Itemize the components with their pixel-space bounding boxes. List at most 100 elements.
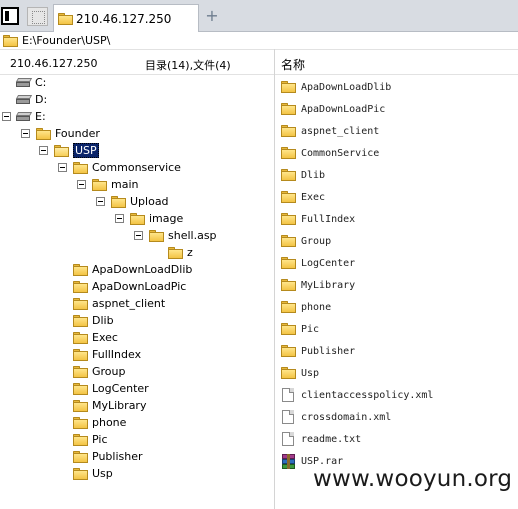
tree-item-image[interactable]: image bbox=[130, 210, 183, 227]
watermark: www.wooyun.org bbox=[313, 466, 513, 492]
tree-item-drive-c[interactable]: C: bbox=[15, 74, 47, 91]
folder-icon bbox=[73, 314, 88, 327]
drive-icon bbox=[15, 95, 33, 104]
list-item-file[interactable]: readme.txt bbox=[281, 428, 361, 450]
tree-item-commonservice[interactable]: Commonservice bbox=[73, 159, 181, 176]
list-item-folder[interactable]: Usp bbox=[281, 362, 319, 384]
folder-icon bbox=[149, 229, 164, 242]
pane-divider[interactable] bbox=[274, 49, 275, 509]
tree-item-usp[interactable]: USP bbox=[54, 142, 99, 159]
tree-item-z[interactable]: z bbox=[168, 244, 193, 261]
tree-item-label: Publisher bbox=[92, 450, 143, 463]
tree-item-label: FullIndex bbox=[92, 348, 142, 361]
tree-item-label: image bbox=[149, 212, 184, 225]
new-tab-button[interactable]: + bbox=[205, 7, 219, 25]
collapse-toggle[interactable] bbox=[2, 112, 11, 121]
tree-item-label: E: bbox=[35, 110, 46, 123]
list-item-folder[interactable]: CommonService bbox=[281, 142, 379, 164]
file-name: USP.rar bbox=[301, 455, 344, 467]
tab-bar: 210.46.127.250 + bbox=[0, 0, 518, 32]
folder-icon bbox=[73, 331, 88, 344]
tree-item[interactable]: Dlib bbox=[73, 312, 114, 329]
tree-item-upload[interactable]: Upload bbox=[111, 193, 169, 210]
tree-item[interactable]: LogCenter bbox=[73, 380, 149, 397]
tree-item[interactable]: Pic bbox=[73, 431, 108, 448]
list-item-folder[interactable]: Dlib bbox=[281, 164, 325, 186]
tab-active[interactable]: 210.46.127.250 bbox=[53, 4, 199, 32]
file-name: Publisher bbox=[301, 345, 356, 357]
tree-item-drive-d[interactable]: D: bbox=[15, 91, 47, 108]
address-bar[interactable]: E:\Founder\USP\ bbox=[0, 32, 518, 49]
folder-icon bbox=[73, 280, 88, 293]
item-count: 目录(14),文件(4) bbox=[145, 59, 231, 72]
tree-item-label: z bbox=[187, 246, 193, 259]
folder-icon bbox=[73, 382, 88, 395]
file-name: Pic bbox=[301, 323, 320, 335]
host-label: 210.46.127.250 bbox=[10, 57, 98, 70]
collapse-toggle[interactable] bbox=[134, 231, 143, 240]
tree-item-shell-asp[interactable]: shell.asp bbox=[149, 227, 217, 244]
file-name: FullIndex bbox=[301, 213, 356, 225]
tree-item-label: shell.asp bbox=[168, 229, 217, 242]
tree-item-main[interactable]: main bbox=[92, 176, 138, 193]
column-header: 210.46.127.250 目录(14),文件(4) 名称 bbox=[0, 49, 518, 75]
name-column-header[interactable]: 名称 bbox=[281, 56, 305, 73]
tree-item[interactable]: ApaDownLoadPic bbox=[73, 278, 186, 295]
folder-icon bbox=[281, 147, 296, 159]
folder-open-icon bbox=[54, 144, 69, 157]
tree-item[interactable]: Group bbox=[73, 363, 126, 380]
folder-icon bbox=[281, 213, 296, 225]
folder-icon bbox=[281, 367, 296, 379]
folder-icon bbox=[168, 246, 183, 259]
tree-item-label: USP bbox=[73, 143, 99, 158]
list-item-file[interactable]: crossdomain.xml bbox=[281, 406, 391, 428]
folder-icon bbox=[73, 263, 88, 276]
tree-item[interactable]: ApaDownLoadDlib bbox=[73, 261, 192, 278]
collapse-toggle[interactable] bbox=[58, 163, 67, 172]
rar-archive-icon bbox=[281, 453, 296, 469]
collapse-toggle[interactable] bbox=[39, 146, 48, 155]
folder-icon bbox=[130, 212, 145, 225]
tab-label: 210.46.127.250 bbox=[76, 11, 172, 26]
list-item-folder[interactable]: Publisher bbox=[281, 340, 355, 362]
list-item-file[interactable]: clientaccesspolicy.xml bbox=[281, 384, 433, 406]
list-item-folder[interactable]: FullIndex bbox=[281, 208, 355, 230]
tree-item[interactable]: aspnet_client bbox=[73, 295, 165, 312]
list-item-folder[interactable]: phone bbox=[281, 296, 331, 318]
tree-item-label: Commonservice bbox=[92, 161, 181, 174]
list-item-folder[interactable]: ApaDownLoadDlib bbox=[281, 76, 391, 98]
list-item-folder[interactable]: LogCenter bbox=[281, 252, 355, 274]
folder-icon bbox=[281, 257, 296, 269]
folder-icon bbox=[58, 12, 73, 25]
tree-item[interactable]: Publisher bbox=[73, 448, 143, 465]
tree-item-drive-e[interactable]: E: bbox=[15, 108, 46, 125]
tree-item[interactable]: Exec bbox=[73, 329, 118, 346]
folder-icon bbox=[73, 399, 88, 412]
document-icon bbox=[282, 410, 294, 424]
folder-icon bbox=[73, 450, 88, 463]
folder-icon bbox=[281, 301, 296, 313]
sidebar-toggle-icon[interactable] bbox=[1, 7, 19, 25]
tree-item[interactable]: Usp bbox=[73, 465, 113, 482]
tree-item-founder[interactable]: Founder bbox=[36, 125, 100, 142]
tree-item[interactable]: phone bbox=[73, 414, 126, 431]
tree-item-label: aspnet_client bbox=[92, 297, 166, 310]
list-item-folder[interactable]: Group bbox=[281, 230, 331, 252]
tree-item[interactable]: MyLibrary bbox=[73, 397, 146, 414]
collapse-toggle[interactable] bbox=[77, 180, 86, 189]
list-item-folder[interactable]: Pic bbox=[281, 318, 319, 340]
list-item-folder[interactable]: ApaDownLoadPic bbox=[281, 98, 385, 120]
file-name: LogCenter bbox=[301, 257, 356, 269]
folder-icon bbox=[281, 169, 296, 181]
folder-icon bbox=[73, 348, 88, 361]
list-item-folder[interactable]: MyLibrary bbox=[281, 274, 355, 296]
capture-icon[interactable] bbox=[27, 7, 48, 26]
collapse-toggle[interactable] bbox=[21, 129, 30, 138]
collapse-toggle[interactable] bbox=[96, 197, 105, 206]
list-item-folder[interactable]: aspnet_client bbox=[281, 120, 379, 142]
folder-icon bbox=[3, 34, 18, 47]
list-item-folder[interactable]: Exec bbox=[281, 186, 325, 208]
collapse-toggle[interactable] bbox=[115, 214, 124, 223]
tree-item-label: C: bbox=[35, 76, 47, 89]
tree-item[interactable]: FullIndex bbox=[73, 346, 141, 363]
